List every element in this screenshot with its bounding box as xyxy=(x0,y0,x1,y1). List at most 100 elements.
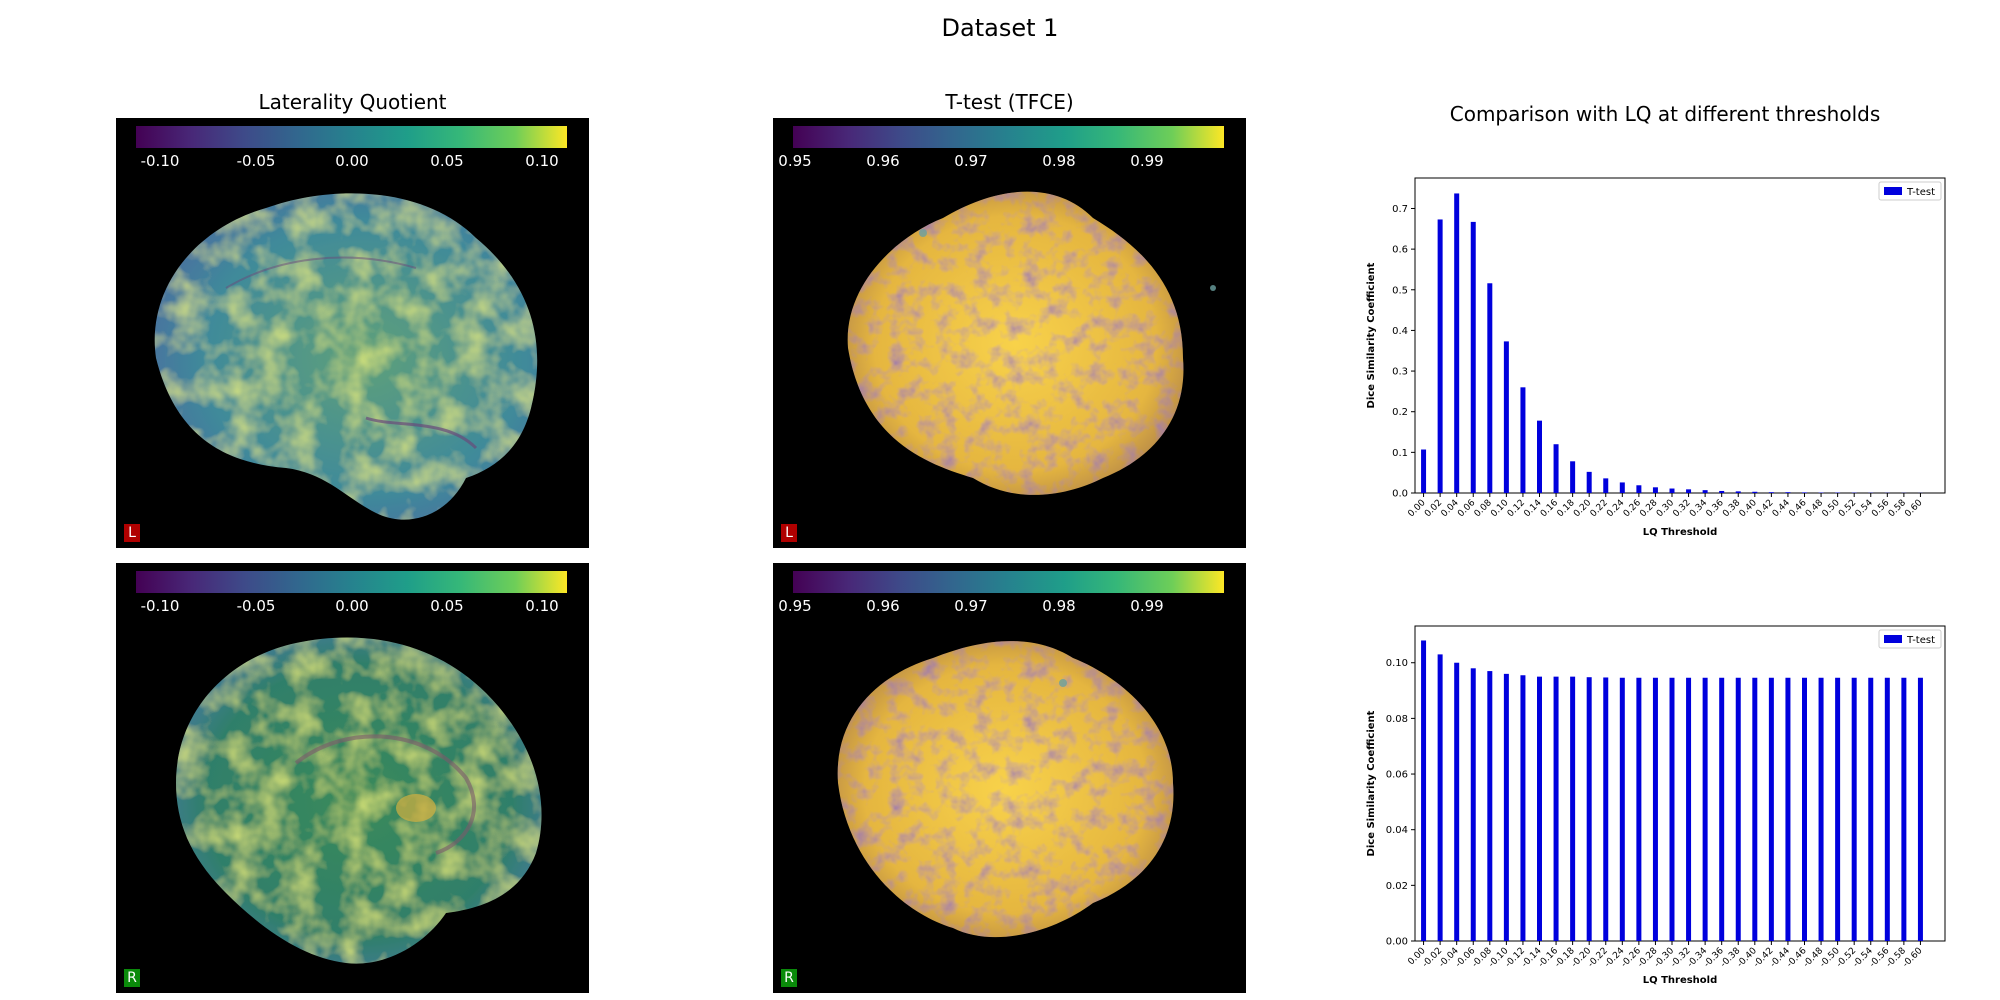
y-tick-label: 0.10 xyxy=(1386,658,1408,669)
bar xyxy=(1553,676,1559,941)
figure-title: Dataset 1 xyxy=(941,14,1059,42)
x-tick-label: 0.02 xyxy=(1423,498,1444,519)
bar xyxy=(1851,677,1857,941)
legend: T-test xyxy=(1878,181,1942,201)
y-tick-label: 0.1 xyxy=(1392,448,1408,459)
bar xyxy=(1636,677,1642,941)
x-tick-label: 0.54 xyxy=(1854,498,1875,519)
legend-label: T-test xyxy=(1906,187,1935,198)
bar xyxy=(1735,677,1741,941)
bar xyxy=(1702,677,1708,941)
bar xyxy=(1785,492,1791,493)
bar xyxy=(1752,677,1758,941)
x-tick-label: -0.60 xyxy=(1901,946,1925,970)
plot-frame xyxy=(1414,177,1946,494)
x-tick-label: 0.16 xyxy=(1539,498,1560,519)
y-tick-label: 0.4 xyxy=(1392,326,1408,337)
legend-swatch xyxy=(1884,187,1902,195)
bar xyxy=(1686,677,1692,941)
bar xyxy=(1917,677,1923,941)
y-tick-label: 0.7 xyxy=(1392,204,1408,215)
x-tick-label: 0.20 xyxy=(1572,498,1593,519)
bar xyxy=(1669,677,1675,941)
bar xyxy=(1570,676,1576,941)
y-tick-label: 0.02 xyxy=(1386,881,1408,892)
bar xyxy=(1835,677,1841,941)
x-tick-label: 0.30 xyxy=(1655,498,1676,519)
legend-swatch xyxy=(1884,635,1902,643)
lq-left-brain-panel: -0.10 -0.05 0.00 0.05 0.10 L xyxy=(116,118,589,548)
bar xyxy=(1619,677,1625,941)
bar xyxy=(1437,654,1443,941)
legend: T-test xyxy=(1878,629,1942,649)
bar xyxy=(1503,341,1509,493)
bar xyxy=(1503,673,1509,941)
bar xyxy=(1437,219,1443,493)
x-tick-label: 0.28 xyxy=(1638,498,1659,519)
bar xyxy=(1752,491,1758,493)
x-tick-label: 0.58 xyxy=(1887,498,1908,519)
bar xyxy=(1586,677,1592,941)
y-tick-label: 0.04 xyxy=(1386,825,1408,836)
bar xyxy=(1719,490,1725,493)
x-tick-label: 0.44 xyxy=(1771,498,1792,519)
bar xyxy=(1901,677,1907,941)
bar xyxy=(1868,677,1874,941)
bar xyxy=(1652,487,1658,493)
y-tick-label: 0.5 xyxy=(1392,285,1408,296)
bar xyxy=(1553,444,1559,493)
bar xyxy=(1719,677,1725,941)
bar xyxy=(1802,677,1807,941)
bar xyxy=(1785,677,1791,941)
lq-column-title: Laterality Quotient xyxy=(258,90,447,114)
x-tick-label: 0.56 xyxy=(1870,498,1891,519)
x-tick-label: 0.00 xyxy=(1406,498,1427,519)
y-tick-label: 0.6 xyxy=(1392,245,1408,256)
y-tick-label: 0.00 xyxy=(1386,937,1408,948)
bar xyxy=(1570,461,1576,493)
y-tick-label: 0.3 xyxy=(1392,367,1408,378)
hemisphere-badge: L xyxy=(124,524,140,542)
x-tick-label: 0.42 xyxy=(1754,498,1775,519)
ttest-right-brain-panel: 0.95 0.96 0.97 0.98 0.99 R xyxy=(773,563,1246,993)
bar xyxy=(1802,492,1807,493)
x-tick-label: 0.04 xyxy=(1440,498,1461,519)
bar xyxy=(1669,488,1675,493)
hemisphere-badge: R xyxy=(124,969,140,987)
bar xyxy=(1537,420,1542,493)
x-tick-label: 0.06 xyxy=(1456,498,1477,519)
x-tick-label: 0.14 xyxy=(1522,498,1543,519)
bar xyxy=(1768,677,1774,941)
legend-label: T-test xyxy=(1906,635,1935,646)
y-tick-label: 0.0 xyxy=(1392,489,1408,500)
x-tick-label: 0.50 xyxy=(1821,498,1842,519)
y-tick-label: 0.06 xyxy=(1386,770,1408,781)
bar xyxy=(1636,485,1642,493)
x-tick-label: 0.26 xyxy=(1622,498,1643,519)
bar xyxy=(1702,490,1708,493)
x-tick-label: 0.12 xyxy=(1506,498,1527,519)
bar xyxy=(1421,640,1427,941)
bar xyxy=(1884,677,1890,941)
x-tick-label: 0.46 xyxy=(1787,498,1808,519)
bar xyxy=(1686,489,1692,493)
ttest-left-brain-panel: 0.95 0.96 0.97 0.98 0.99 L xyxy=(773,118,1246,548)
bar xyxy=(1603,677,1609,941)
lq-left-lateral-brain-render xyxy=(154,193,538,520)
bar xyxy=(1520,387,1526,493)
bar xyxy=(1454,662,1460,941)
x-axis-label: LQ Threshold xyxy=(1643,527,1718,538)
x-tick-label: 0.38 xyxy=(1721,498,1742,519)
bar xyxy=(1768,492,1774,493)
dice-negative-threshold-chart: 0.000.020.040.060.080.100.00-0.02-0.04-0… xyxy=(1366,625,1946,986)
bar xyxy=(1470,668,1476,941)
hemisphere-badge: L xyxy=(781,524,797,542)
dice-positive-threshold-chart: 0.0 0.1 0.2 0.3 0.4 0.5 0.6 0.7 0.000.020.040.06… xyxy=(1366,177,1946,538)
x-tick-label: 0.22 xyxy=(1589,498,1610,519)
y-tick-label: 0.2 xyxy=(1392,407,1408,418)
ttest-left-brain-render xyxy=(847,191,1216,495)
bar xyxy=(1586,471,1592,493)
bar xyxy=(1537,676,1542,941)
y-axis-label: Dice Similarity Coefficient xyxy=(1366,262,1377,408)
comparison-column-title: Comparison with LQ at different threshol… xyxy=(1449,102,1881,126)
